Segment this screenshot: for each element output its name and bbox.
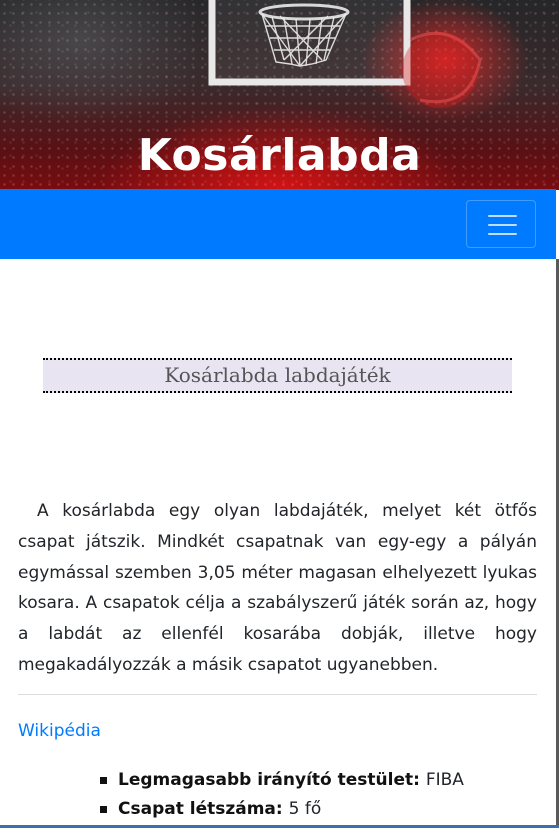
list-item: Legmagasabb irányító testület: FIBA — [100, 766, 464, 795]
menu-toggle-button[interactable] — [466, 200, 536, 248]
wikipedia-link[interactable]: Wikipédia — [18, 718, 101, 744]
fact-value: FIBA — [425, 770, 464, 790]
bullet-icon — [100, 806, 107, 813]
hero-banner: Kosárlabda — [0, 0, 559, 190]
fact-label: Csapat létszáma: — [118, 799, 289, 819]
fact-label: Legmagasabb irányító testület: — [118, 770, 426, 790]
bullet-icon — [100, 777, 107, 784]
section-subtitle: Kosárlabda labdajáték — [43, 358, 512, 393]
list-item: Csapat létszáma: 5 fő — [100, 795, 464, 824]
navbar — [0, 189, 556, 259]
page-title: Kosárlabda — [137, 130, 422, 181]
divider — [18, 694, 537, 695]
facts-list: Legmagasabb irányító testület: FIBA Csap… — [100, 766, 464, 824]
intro-paragraph: A kosárlabda egy olyan labdajáték, melye… — [18, 501, 537, 675]
fact-value: 5 fő — [288, 799, 322, 819]
